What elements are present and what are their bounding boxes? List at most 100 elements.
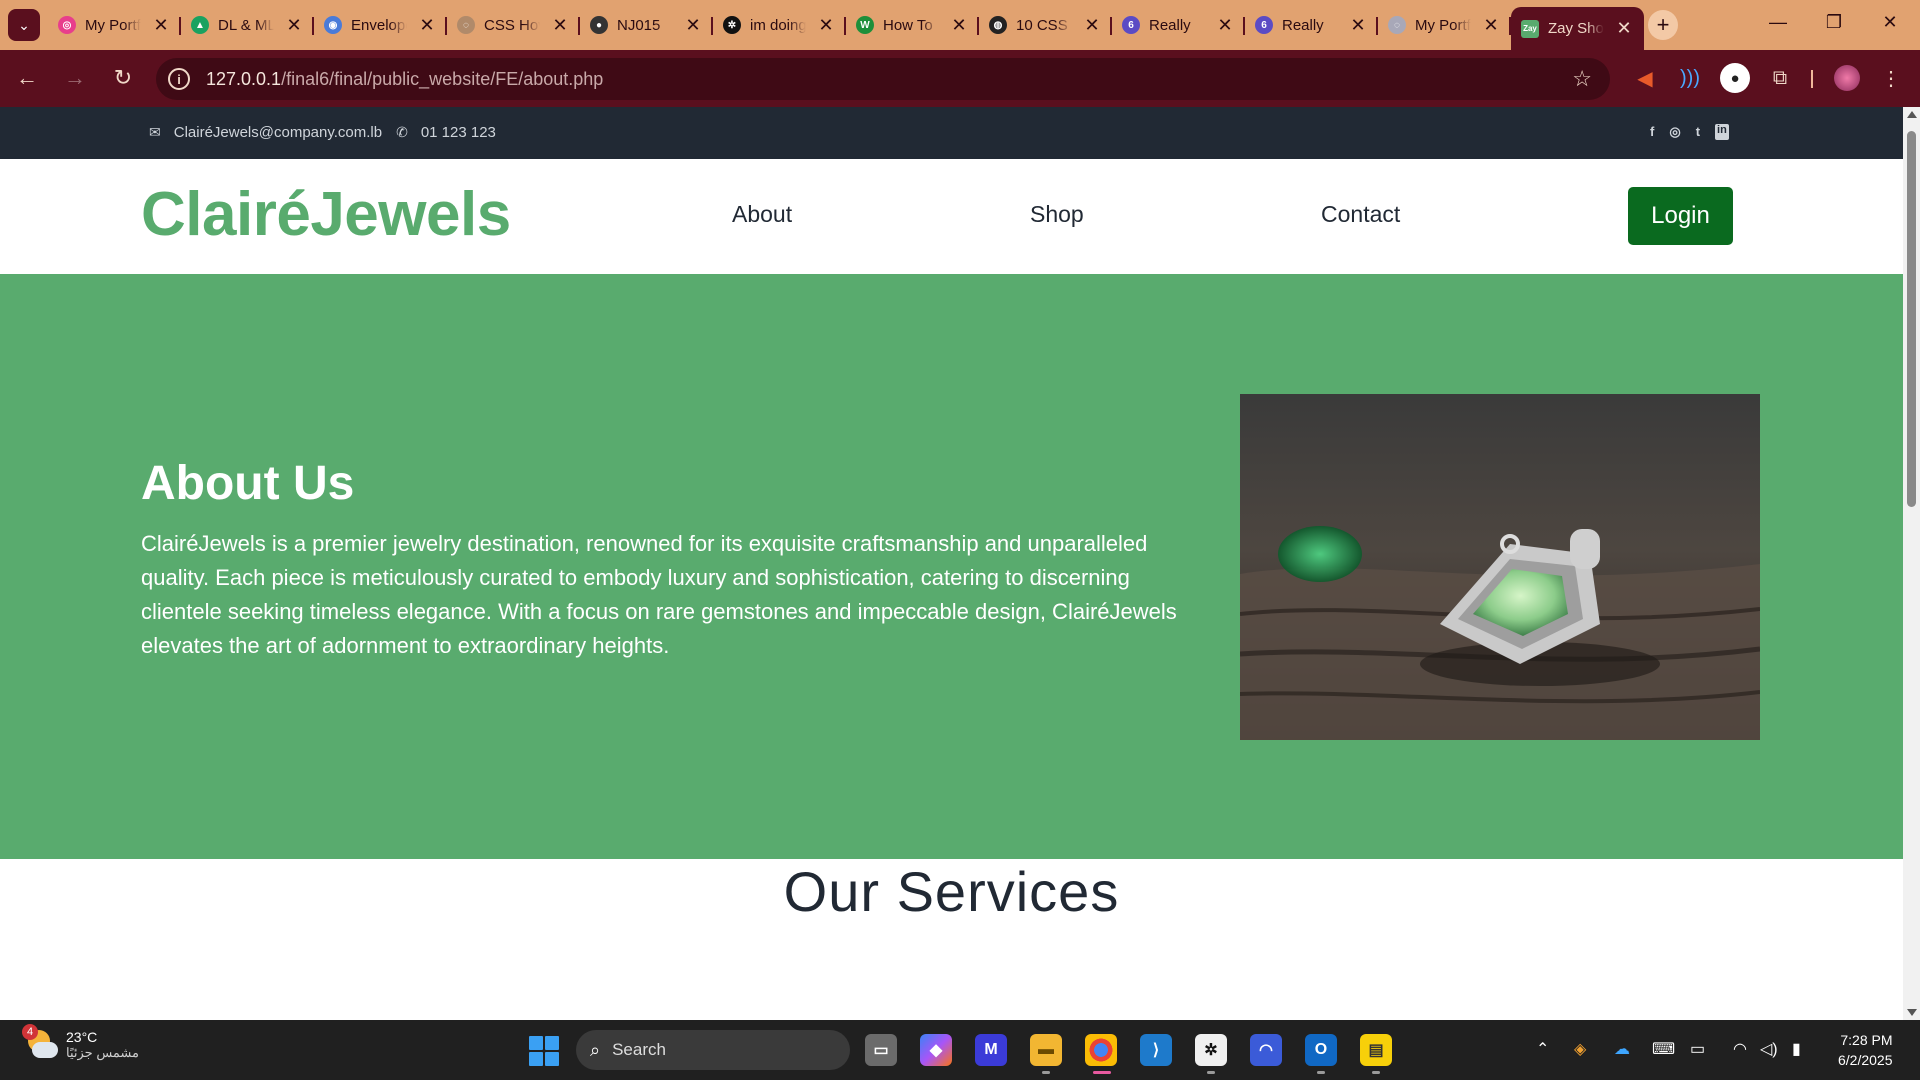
- app-icon[interactable]: M: [975, 1034, 1007, 1066]
- envelope-icon: ✉: [149, 124, 161, 140]
- url-path: /final6/final/public_website/FE/about.ph…: [281, 68, 604, 89]
- browser-tab[interactable]: 6 Really ✕: [1245, 7, 1378, 43]
- tab-close-icon[interactable]: ✕: [949, 15, 969, 36]
- display-icon[interactable]: ▭: [1690, 1039, 1705, 1059]
- tab-favicon-icon: ◌: [457, 16, 475, 34]
- browser-tab[interactable]: ▲ DL & ML ✕: [181, 7, 314, 43]
- site-info-icon[interactable]: i: [168, 68, 190, 90]
- tab-close-icon[interactable]: ✕: [1348, 15, 1368, 36]
- brand-logo[interactable]: ClairéJewels: [141, 179, 511, 250]
- browser-tab[interactable]: Zay Zay Shop ✕: [1511, 7, 1644, 50]
- keyboard-icon[interactable]: ⌨: [1652, 1039, 1675, 1059]
- task-view-icon[interactable]: ▭: [865, 1034, 897, 1066]
- tray-app-icon[interactable]: ◈: [1574, 1039, 1586, 1059]
- address-bar[interactable]: i 127.0.0.1/final6/final/public_website/…: [156, 58, 1610, 100]
- jewelry-photo: [1240, 394, 1760, 740]
- browser-menu-icon[interactable]: ⋮: [1876, 63, 1906, 93]
- webpage-viewport: ✉ ClairéJewels@company.com.lb ✆ 01 123 1…: [0, 107, 1903, 1020]
- tab-title: Really: [1282, 16, 1324, 34]
- extensions-puzzle-icon[interactable]: ⧉: [1765, 63, 1795, 93]
- tab-favicon-icon: ◍: [989, 16, 1007, 34]
- tab-favicon-icon: ✲: [723, 16, 741, 34]
- copilot-icon[interactable]: ◆: [920, 1034, 952, 1066]
- about-title: About Us: [141, 457, 355, 510]
- browser-tab[interactable]: 6 Really ✕: [1112, 7, 1245, 43]
- minimize-icon[interactable]: —: [1758, 12, 1798, 33]
- browser-tab[interactable]: ● NJ015 ✕: [580, 7, 713, 43]
- extension-audio-icon[interactable]: ))): [1675, 63, 1705, 93]
- sticky-notes-icon[interactable]: ▤: [1360, 1034, 1392, 1066]
- taskbar-clock[interactable]: 7:28 PM 6/2/2025: [1838, 1030, 1893, 1070]
- chatgpt-icon[interactable]: ✲: [1195, 1034, 1227, 1066]
- battery-icon[interactable]: ▮: [1792, 1039, 1801, 1059]
- app-bird-icon[interactable]: ◠: [1250, 1034, 1282, 1066]
- profile-avatar[interactable]: [1832, 63, 1862, 93]
- toolbar-divider: [1811, 70, 1813, 88]
- microphone-icon[interactable]: ●: [1720, 63, 1750, 93]
- windows-start-icon[interactable]: [529, 1036, 559, 1066]
- scroll-thumb[interactable]: [1907, 131, 1916, 507]
- tab-close-icon[interactable]: ✕: [816, 15, 836, 36]
- weather-widget[interactable]: 4 23°C مشمس جزئيًا: [22, 1024, 139, 1062]
- restore-icon[interactable]: ❐: [1814, 12, 1854, 33]
- tab-title: CSS Hover: [484, 16, 540, 34]
- browser-tab[interactable]: ◌ CSS Hover ✕: [447, 7, 580, 43]
- close-window-icon[interactable]: ✕: [1870, 12, 1910, 33]
- tab-search-button[interactable]: ⌄: [8, 9, 40, 41]
- browser-toolbar: ← → ↻ i 127.0.0.1/final6/final/public_we…: [0, 50, 1920, 107]
- tray-chevron-up-icon[interactable]: ⌃: [1536, 1039, 1549, 1059]
- tab-close-icon[interactable]: ✕: [417, 15, 437, 36]
- page-scrollbar[interactable]: [1903, 107, 1920, 1020]
- tab-close-icon[interactable]: ✕: [151, 15, 171, 36]
- partly-sunny-icon: 4: [22, 1024, 58, 1062]
- contact-phone[interactable]: 01 123 123: [421, 124, 496, 141]
- url-text[interactable]: 127.0.0.1/final6/final/public_website/FE…: [206, 69, 603, 90]
- scroll-up-arrow-icon[interactable]: [1907, 111, 1917, 118]
- chrome-icon[interactable]: [1085, 1034, 1117, 1066]
- nav-contact[interactable]: Contact: [1321, 201, 1400, 228]
- bookmark-star-icon[interactable]: ☆: [1572, 66, 1592, 92]
- clock-time: 7:28 PM: [1840, 1032, 1893, 1048]
- browser-tab[interactable]: ◌ My Portfolio ✕: [1378, 7, 1511, 43]
- tab-title: DL & ML: [218, 16, 274, 34]
- linkedin-icon[interactable]: in: [1715, 124, 1729, 140]
- new-tab-button[interactable]: +: [1648, 10, 1678, 40]
- onedrive-icon[interactable]: ☁: [1614, 1039, 1630, 1059]
- taskbar-search[interactable]: ⌕ Search: [576, 1030, 850, 1070]
- browser-tab[interactable]: ◎ My Portfolio ✕: [48, 7, 181, 43]
- browser-tab[interactable]: W How To ✕: [846, 7, 979, 43]
- forward-arrow-icon[interactable]: →: [60, 65, 90, 91]
- tab-close-icon[interactable]: ✕: [550, 15, 570, 36]
- tab-favicon-icon: ●: [590, 16, 608, 34]
- vscode-icon[interactable]: ⟩: [1140, 1034, 1172, 1066]
- tab-title: NJ015: [617, 16, 661, 34]
- browser-tab[interactable]: ✲ im doing ✕: [713, 7, 846, 43]
- contact-email[interactable]: ClairéJewels@company.com.lb: [174, 124, 382, 141]
- tab-close-icon[interactable]: ✕: [1215, 15, 1235, 36]
- jewelry-photo-illustration: [1240, 394, 1760, 740]
- instagram-icon[interactable]: ◎: [1669, 124, 1680, 140]
- tab-close-icon[interactable]: ✕: [1614, 18, 1634, 39]
- tab-close-icon[interactable]: ✕: [284, 15, 304, 36]
- outlook-icon[interactable]: O: [1305, 1034, 1337, 1066]
- twitter-icon[interactable]: t: [1696, 124, 1700, 140]
- nav-about[interactable]: About: [732, 201, 792, 228]
- back-arrow-icon[interactable]: ←: [12, 65, 42, 91]
- tab-close-icon[interactable]: ✕: [1082, 15, 1102, 36]
- tab-favicon-icon: ◌: [1388, 16, 1406, 34]
- nav-shop[interactable]: Shop: [1030, 201, 1084, 228]
- services-heading: Our Services: [783, 860, 1120, 923]
- file-explorer-icon[interactable]: ▬: [1030, 1034, 1062, 1066]
- tab-close-icon[interactable]: ✕: [683, 15, 703, 36]
- browser-tab[interactable]: ◍ 10 CSS ✕: [979, 7, 1112, 43]
- scroll-down-arrow-icon[interactable]: [1907, 1009, 1917, 1016]
- facebook-icon[interactable]: f: [1650, 124, 1654, 140]
- wifi-icon[interactable]: ◠: [1733, 1039, 1747, 1059]
- extension-speaker-icon[interactable]: ◀: [1630, 63, 1660, 93]
- login-button[interactable]: Login: [1628, 187, 1733, 245]
- tab-close-icon[interactable]: ✕: [1481, 15, 1501, 36]
- weather-badge: 4: [22, 1024, 38, 1040]
- volume-icon[interactable]: ◁): [1760, 1039, 1778, 1059]
- browser-tab[interactable]: ◉ Envelope ✕: [314, 7, 447, 43]
- reload-icon[interactable]: ↻: [108, 65, 138, 91]
